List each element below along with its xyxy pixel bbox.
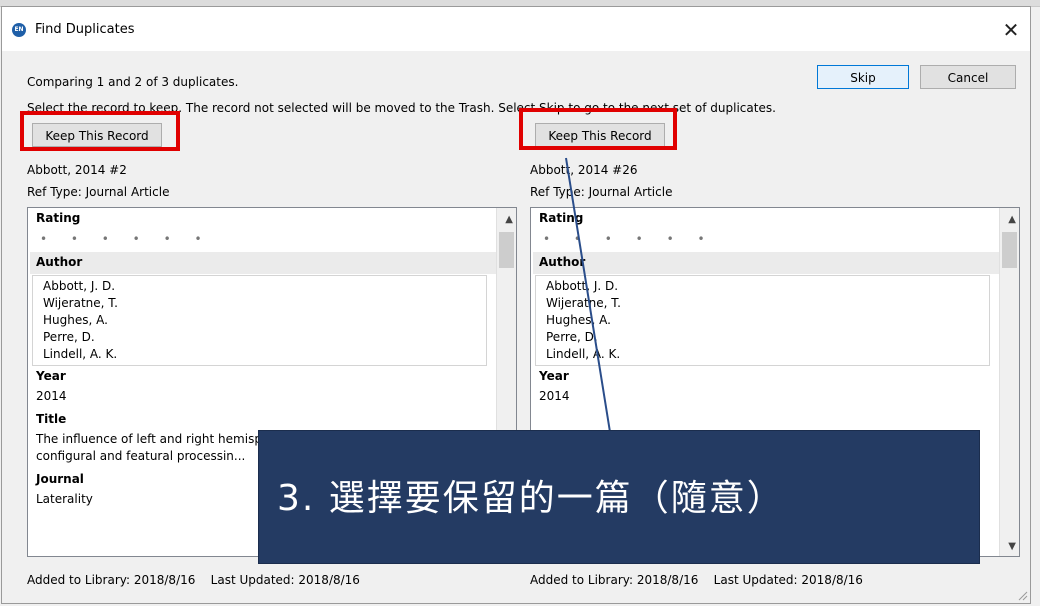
annotation-callout: 3. 選擇要保留的一篇（隨意） [258, 430, 980, 564]
annotation-text: 3. 選擇要保留的一篇（隨意） [277, 478, 785, 519]
